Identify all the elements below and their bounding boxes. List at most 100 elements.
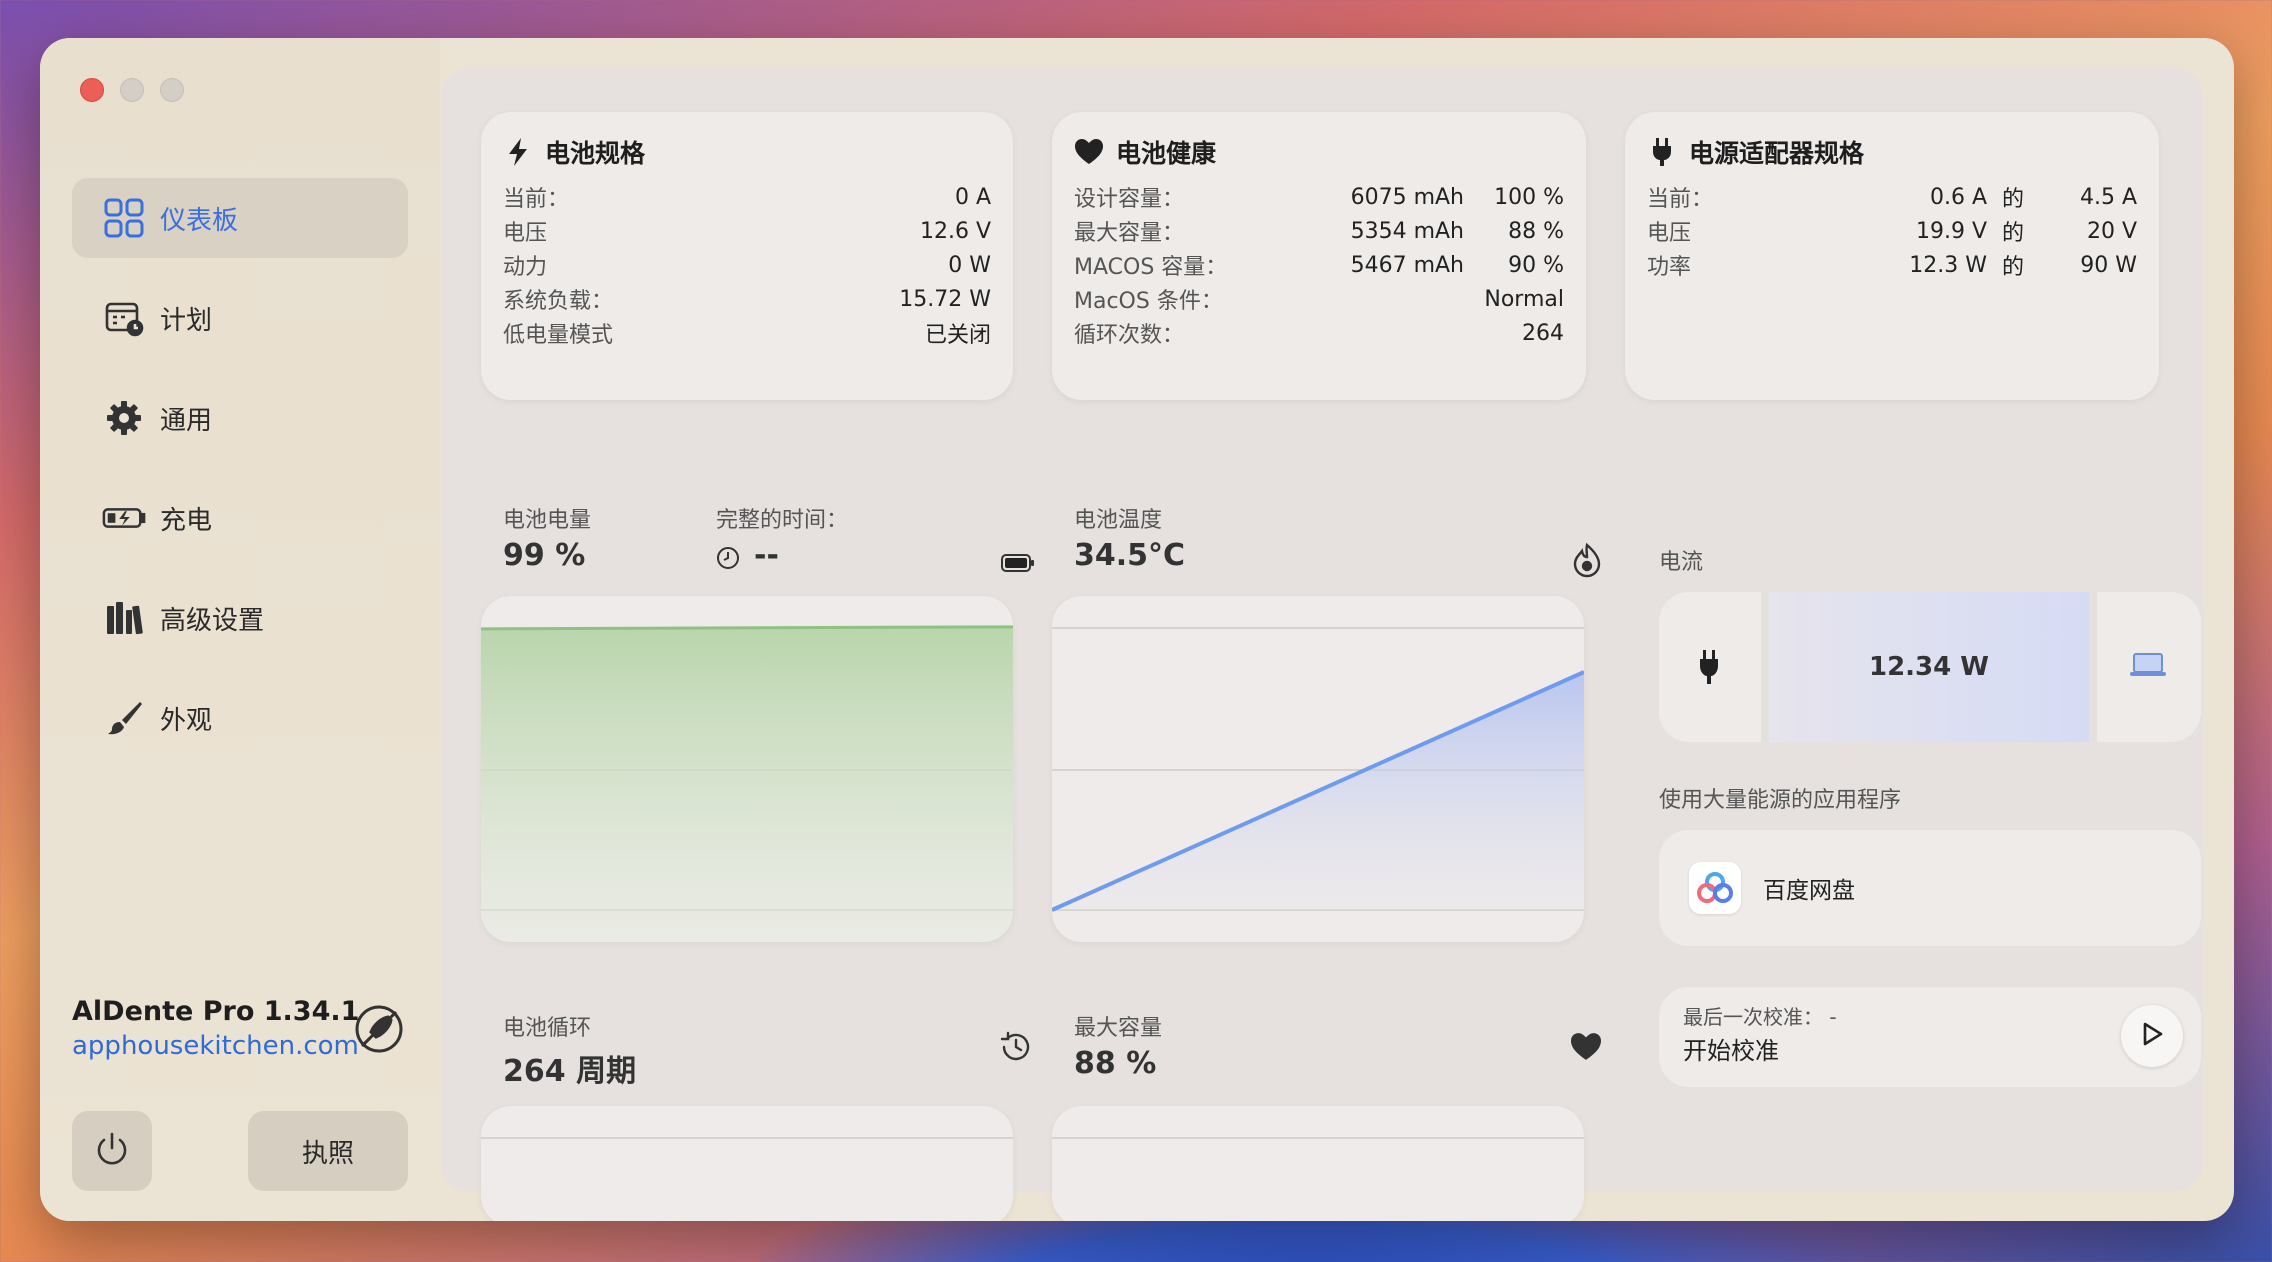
battery-cycle-value: 264 周期 <box>503 1054 637 1089</box>
sidebar-item-label: 计划 <box>160 305 213 336</box>
battery-cycle-chart <box>481 1106 1013 1221</box>
battery-cycle-label: 电池循环 <box>503 1016 592 1041</box>
health-row: 循环次数： 264 <box>1074 316 1564 350</box>
start-calibration-label: 开始校准 <box>1683 1037 1779 1065</box>
row-value: 0.6 A <box>1929 184 1987 210</box>
row-percent: 100 % <box>1494 184 1564 210</box>
calendar-clock-icon <box>102 296 146 340</box>
sidebar-item-appearance[interactable]: 外观 <box>72 678 408 758</box>
row-percent: 90 % <box>1508 252 1564 278</box>
plug-icon <box>1647 137 1677 167</box>
row-max: 4.5 A <box>2079 184 2137 210</box>
minimize-button[interactable] <box>120 78 144 102</box>
sidebar-item-advanced[interactable]: 高级设置 <box>72 578 408 658</box>
health-row: 设计容量： 6075 mAh 100 % <box>1074 180 1564 214</box>
sidebar-item-label: 外观 <box>160 705 213 736</box>
row-value: 5354 mAh <box>1350 218 1464 244</box>
row-value: 12.3 W <box>1909 252 1987 278</box>
power-icon <box>92 1129 132 1173</box>
spec-row: 电压 12.6 V <box>503 214 991 248</box>
spec-row: 低电量模式 已关闭 <box>503 316 991 350</box>
battery-spec-title: 电池规格 <box>545 139 646 168</box>
current-flow-label: 电流 <box>1659 550 1704 575</box>
sidebar-item-schedule[interactable]: 计划 <box>72 278 408 358</box>
row-label: 当前： <box>503 187 570 212</box>
rocket-icon[interactable] <box>352 1002 406 1056</box>
sidebar-nav: 仪表板 计划 通用 充电 高级设置 外观 <box>72 178 408 778</box>
laptop-icon <box>2129 652 2167 682</box>
row-of: 的 <box>2001 255 2024 280</box>
gear-icon <box>102 396 146 440</box>
app-name: 百度网盘 <box>1763 878 1855 904</box>
row-label: 功率 <box>1647 255 1692 280</box>
sidebar-item-general[interactable]: 通用 <box>72 378 408 458</box>
baidu-netdisk-icon <box>1689 862 1741 914</box>
adapter-row: 当前： 0.6 A 的 4.5 A <box>1647 180 2137 214</box>
sidebar-item-dashboard[interactable]: 仪表板 <box>72 178 408 258</box>
sidebar-item-label: 充电 <box>160 505 213 536</box>
power-flow-card: 12.34 W <box>1659 592 2201 742</box>
row-value: 264 <box>1522 320 1564 346</box>
sidebar-item-label: 通用 <box>160 405 213 436</box>
time-to-full-label: 完整的时间： <box>716 508 849 533</box>
heart-icon <box>1074 137 1104 167</box>
row-label: 最大容量： <box>1074 221 1185 246</box>
row-label: 低电量模式 <box>503 323 614 348</box>
row-value: 5467 mAh <box>1350 252 1464 278</box>
battery-health-title: 电池健康 <box>1116 139 1217 168</box>
row-label: 设计容量： <box>1074 187 1185 212</box>
row-label: 电压 <box>503 221 548 246</box>
level-chart-svg <box>481 625 1013 942</box>
health-row: MacOS 条件： Normal <box>1074 282 1564 316</box>
row-value: 0 A <box>954 184 991 210</box>
clock-icon <box>716 546 740 574</box>
row-label: 系统负载： <box>503 289 614 314</box>
adapter-spec-rows: 当前： 0.6 A 的 4.5 A 电压 19.9 V 的 20 V 功率 12.3 W 的 90… <box>1647 180 2137 282</box>
website-link[interactable]: apphousekitchen.com <box>72 1031 359 1061</box>
app-version: AlDente Pro 1.34.1 <box>72 996 360 1027</box>
health-row: MACOS 容量： 5467 mAh 90 % <box>1074 248 1564 282</box>
paintbrush-icon <box>102 696 146 740</box>
dashboard-icon <box>102 196 146 240</box>
max-capacity-chart <box>1052 1106 1584 1221</box>
battery-spec-card: 电池规格 当前： 0 A 电压 12.6 V 动力 0 W 系统负载： 15.72 W … <box>481 112 1013 400</box>
start-calibration-button[interactable] <box>2121 1005 2183 1067</box>
battery-full-icon <box>1001 554 1035 576</box>
energy-app-item[interactable]: 百度网盘 <box>1659 830 2201 946</box>
spec-row: 系统负载： 15.72 W <box>503 282 991 316</box>
cycle-chart-svg <box>481 1137 1013 1139</box>
adapter-spec-card: 电源适配器规格 当前： 0.6 A 的 4.5 A 电压 19.9 V 的 20 V 功率 1… <box>1625 112 2159 400</box>
card-title: 电池健康 <box>1074 134 1216 170</box>
sidebar-item-charging[interactable]: 充电 <box>72 478 408 558</box>
sidebar: 仪表板 计划 通用 充电 高级设置 外观 AlDente Pro 1.34.1 … <box>40 38 440 1221</box>
license-button[interactable]: 执照 <box>248 1111 408 1191</box>
sidebar-item-label: 高级设置 <box>160 605 265 636</box>
row-label: 动力 <box>503 255 548 280</box>
row-value: 15.72 W <box>899 286 991 312</box>
flow-separator <box>2089 592 2097 742</box>
level-line <box>481 625 1013 631</box>
row-value: Normal <box>1484 286 1564 312</box>
adapter-plug-icon <box>1697 648 1721 690</box>
battery-temp-chart <box>1052 596 1584 942</box>
row-percent: 88 % <box>1508 218 1564 244</box>
thermometer-flame-icon <box>1571 542 1603 582</box>
adapter-row: 功率 12.3 W 的 90 W <box>1647 248 2137 282</box>
adapter-spec-title: 电源适配器规格 <box>1689 139 1865 168</box>
row-value: 0 W <box>948 252 991 278</box>
row-of: 的 <box>2001 187 2024 212</box>
battery-level-chart <box>481 596 1013 942</box>
row-of: 的 <box>2001 221 2024 246</box>
power-flow-value: 12.34 W <box>1769 592 2089 742</box>
window-controls <box>80 78 184 102</box>
play-icon <box>2140 1021 2164 1051</box>
capacity-chart-svg <box>1052 1137 1584 1139</box>
power-button[interactable] <box>72 1111 152 1191</box>
zoom-button[interactable] <box>160 78 184 102</box>
adapter-row: 电压 19.9 V 的 20 V <box>1647 214 2137 248</box>
close-button[interactable] <box>80 78 104 102</box>
row-label: 循环次数： <box>1074 323 1185 348</box>
row-max: 90 W <box>2080 252 2137 278</box>
books-icon <box>102 596 146 640</box>
battery-charging-icon <box>102 496 146 540</box>
